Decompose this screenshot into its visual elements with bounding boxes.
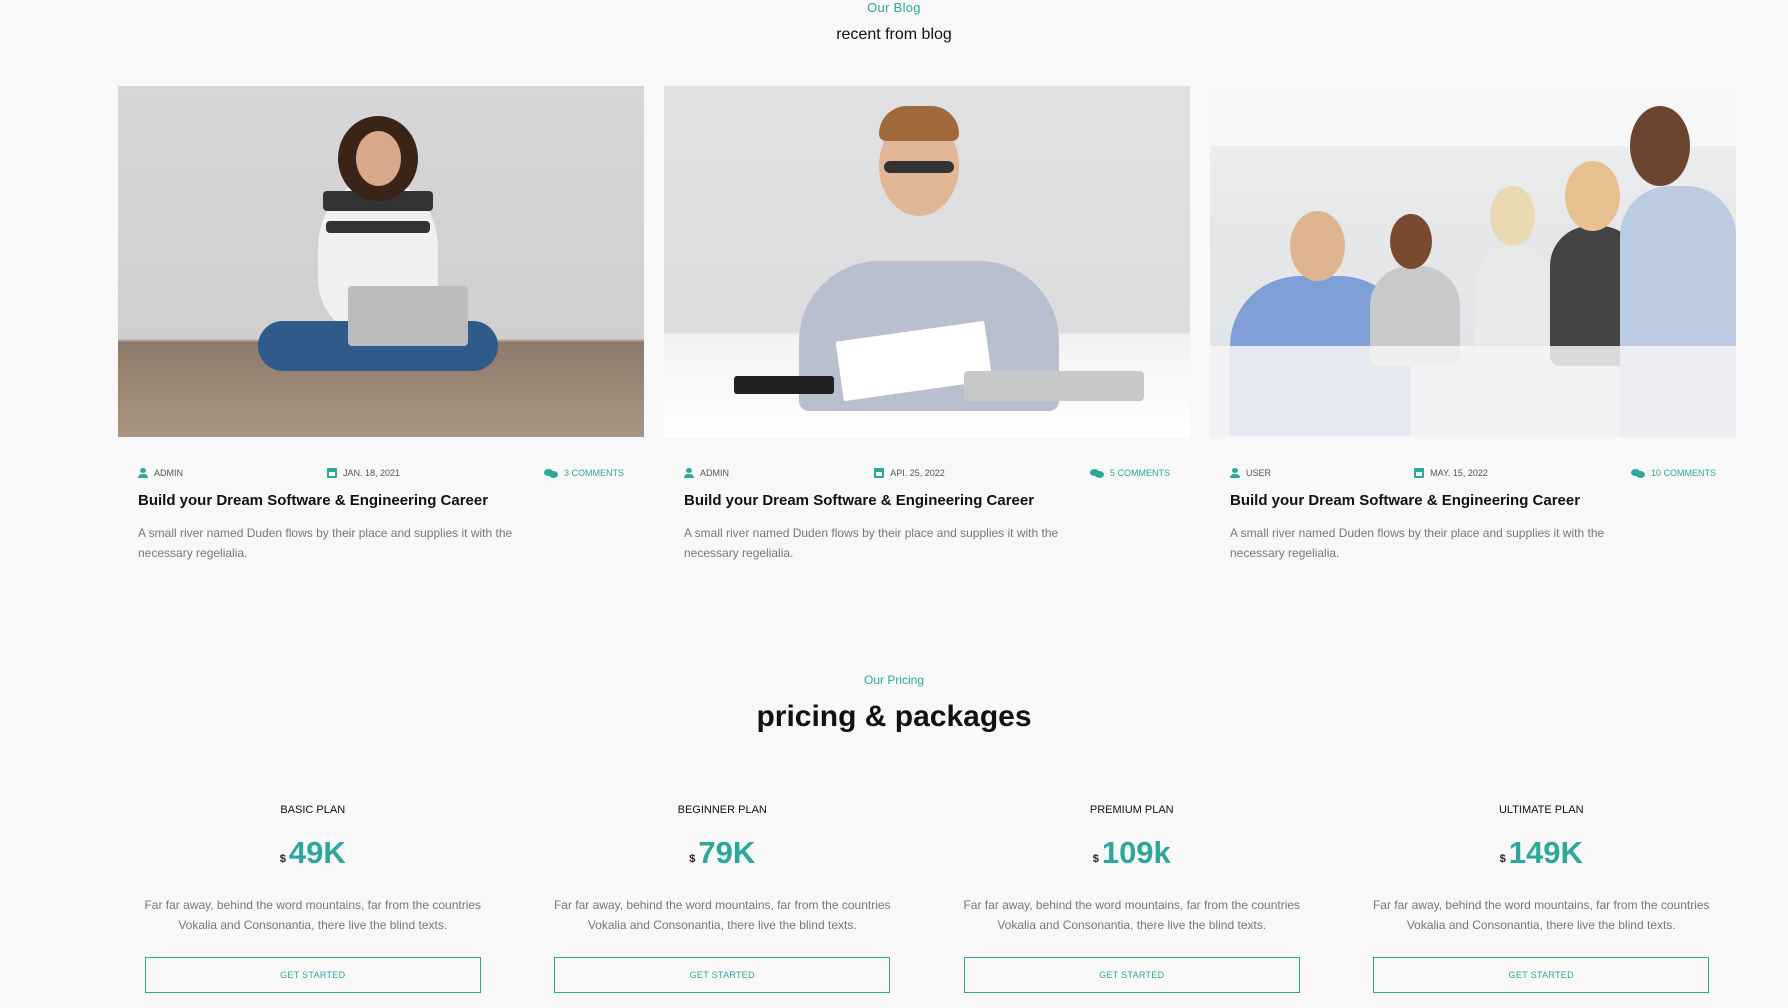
- post-excerpt: A small river named Duden flows by their…: [1230, 526, 1605, 560]
- post-title[interactable]: Build your Dream Software & Engineering …: [1210, 492, 1736, 509]
- blog-card: ADMIN API. 25, 2022 5 COMMENTS Build you…: [664, 86, 1190, 563]
- plan-price: $149K: [1337, 831, 1747, 871]
- plan-price: $109k: [927, 831, 1337, 871]
- post-comments-label: 3 COMMENTS: [563, 468, 624, 478]
- post-date-label: JAN. 18, 2021: [342, 468, 401, 478]
- blog-card-image[interactable]: [118, 86, 644, 437]
- post-comments[interactable]: 10 COMMENTS: [1630, 468, 1716, 478]
- user-icon: [1230, 468, 1240, 478]
- plan-description: Far far away, behind the word mountains,…: [963, 898, 1301, 932]
- plan-description: Far far away, behind the word mountains,…: [1372, 898, 1710, 932]
- plan-name: BASIC PLAN: [280, 804, 346, 816]
- comments-icon: [543, 468, 558, 478]
- comments-icon: [1089, 468, 1104, 478]
- blog-card: USER MAY. 15, 2022 10 COMMENTS Build you…: [1210, 86, 1736, 563]
- pricing-plan: PREMIUM PLAN $109k Far far away, behind …: [927, 804, 1337, 993]
- pricing-eyebrow: Our Pricing: [863, 673, 925, 687]
- blog-card: ADMIN JAN. 18, 2021 3 COMMENTS Build you…: [118, 86, 644, 563]
- get-started-button[interactable]: GET STARTED: [144, 957, 481, 993]
- post-date-label: API. 25, 2022: [890, 468, 945, 478]
- post-author[interactable]: USER: [1230, 468, 1271, 478]
- plan-amount: 149K: [1508, 835, 1583, 870]
- pricing-plan: BASIC PLAN $49K Far far away, behind the…: [108, 804, 518, 993]
- post-comments[interactable]: 3 COMMENTS: [543, 468, 624, 478]
- calendar-icon: [874, 468, 885, 478]
- post-title[interactable]: Build your Dream Software & Engineering …: [664, 492, 1190, 509]
- post-author-label: ADMIN: [700, 468, 729, 478]
- post-date[interactable]: JAN. 18, 2021: [326, 468, 401, 478]
- post-excerpt: A small river named Duden flows by their…: [684, 526, 1059, 560]
- blog-eyebrow: Our Blog: [867, 0, 921, 15]
- plan-amount: 109k: [1101, 835, 1171, 870]
- plan-description: Far far away, behind the word mountains,…: [553, 898, 891, 932]
- post-date-label: MAY. 15, 2022: [1430, 468, 1488, 478]
- post-author-label: ADMIN: [154, 468, 183, 478]
- post-comments-label: 5 COMMENTS: [1109, 468, 1170, 478]
- currency-symbol: $: [1499, 853, 1506, 865]
- calendar-icon: [1414, 468, 1425, 478]
- blog-card-image[interactable]: [664, 86, 1190, 437]
- calendar-icon: [326, 468, 337, 478]
- post-author[interactable]: ADMIN: [684, 468, 729, 478]
- post-excerpt: A small river named Duden flows by their…: [138, 526, 513, 560]
- currency-symbol: $: [1092, 853, 1099, 865]
- pricing-plans: BASIC PLAN $49K Far far away, behind the…: [108, 804, 1746, 993]
- pricing-section-title: pricing & packages: [756, 700, 1032, 733]
- post-author[interactable]: ADMIN: [138, 468, 183, 478]
- plan-amount: 49K: [288, 835, 346, 870]
- blog-cards: ADMIN JAN. 18, 2021 3 COMMENTS Build you…: [118, 86, 1738, 563]
- get-started-button[interactable]: GET STARTED: [554, 957, 891, 993]
- blog-section-title: recent from blog: [836, 26, 952, 43]
- comments-icon: [1630, 468, 1645, 478]
- plan-description: Far far away, behind the word mountains,…: [144, 898, 482, 932]
- get-started-button[interactable]: GET STARTED: [963, 957, 1300, 993]
- plan-amount: 79K: [698, 835, 756, 870]
- plan-name: ULTIMATE PLAN: [1498, 804, 1584, 816]
- plan-name: PREMIUM PLAN: [1089, 804, 1174, 816]
- post-comments-label: 10 COMMENTS: [1650, 468, 1716, 478]
- get-started-button[interactable]: GET STARTED: [1373, 957, 1710, 993]
- post-title[interactable]: Build your Dream Software & Engineering …: [118, 492, 644, 509]
- pricing-plan: BEGINNER PLAN $79K Far far away, behind …: [518, 804, 928, 993]
- post-comments[interactable]: 5 COMMENTS: [1089, 468, 1170, 478]
- currency-symbol: $: [279, 853, 286, 865]
- post-date[interactable]: API. 25, 2022: [874, 468, 945, 478]
- plan-price: $79K: [518, 831, 928, 871]
- user-icon: [684, 468, 694, 478]
- pricing-plan: ULTIMATE PLAN $149K Far far away, behind…: [1337, 804, 1747, 993]
- user-icon: [138, 468, 148, 478]
- plan-price: $49K: [108, 831, 518, 871]
- post-date[interactable]: MAY. 15, 2022: [1414, 468, 1488, 478]
- plan-name: BEGINNER PLAN: [677, 804, 767, 816]
- currency-symbol: $: [689, 853, 696, 865]
- post-author-label: USER: [1246, 468, 1272, 478]
- blog-card-image[interactable]: [1210, 86, 1736, 437]
